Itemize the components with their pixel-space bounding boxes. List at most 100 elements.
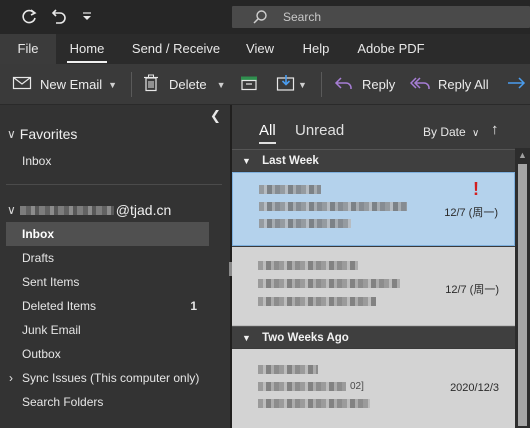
chevron-down-icon[interactable]: ▼ (217, 80, 226, 90)
tab-adobe-pdf[interactable]: Adobe PDF (356, 34, 426, 64)
move-button[interactable]: ▼ (276, 64, 307, 105)
trash-icon (143, 74, 159, 95)
account-header[interactable]: ∨ @tjad.cn (7, 202, 171, 218)
redacted-sender (259, 185, 321, 194)
title-bar: Search (0, 0, 530, 34)
chevron-right-icon[interactable]: › (9, 366, 13, 390)
favorites-header[interactable]: ∨ Favorites (7, 126, 77, 142)
favorites-item-inbox[interactable]: Inbox (6, 149, 209, 173)
redacted-sender (258, 261, 358, 270)
folder-label: Inbox (22, 227, 54, 241)
move-to-folder-icon (276, 74, 296, 95)
scrollbar-thumb[interactable] (518, 164, 527, 426)
folder-label: Sync Issues (This computer only) (22, 371, 200, 385)
reply-all-button[interactable]: Reply All (409, 64, 489, 105)
group-label: Two Weeks Ago (262, 332, 349, 344)
tab-home[interactable]: Home (67, 34, 107, 64)
folder-drafts[interactable]: Drafts (6, 246, 209, 270)
chevron-down-icon: ▼ (242, 333, 251, 343)
ribbon-separator (131, 72, 132, 97)
tab-view[interactable]: View (244, 34, 276, 64)
message-item[interactable]: 02] 2020/12/3 (232, 349, 515, 428)
undo-icon[interactable] (48, 7, 68, 27)
message-date: 2020/12/3 (450, 382, 499, 394)
folder-label: Outbox (22, 347, 61, 361)
account-domain: @tjad.cn (115, 202, 172, 218)
sort-direction-icon[interactable]: ↑ (491, 121, 499, 138)
redacted-preview (259, 219, 351, 228)
message-filter-bar: All Unread By Date ∨ ↑ (232, 105, 530, 147)
filter-all[interactable]: All (259, 122, 276, 144)
folder-label: Search Folders (22, 395, 104, 409)
new-email-button[interactable]: New Email ▼ (12, 64, 117, 105)
menu-bar: File Home Send / Receive View Help Adobe… (0, 34, 530, 64)
sync-icon[interactable] (19, 7, 39, 27)
message-list: All Unread By Date ∨ ↑ ▼ Last Week ! 12/… (232, 105, 530, 428)
scrollbar[interactable]: ▲ (515, 148, 530, 428)
reply-all-icon (409, 75, 432, 94)
redacted-subject (258, 382, 346, 391)
message-date: 12/7 (周一) (445, 284, 499, 296)
folder-label: Inbox (22, 154, 52, 168)
folder-label: Junk Email (22, 323, 81, 337)
archive-icon (240, 75, 258, 94)
message-item[interactable]: 12/7 (周一) (232, 247, 515, 326)
group-label: Last Week (262, 155, 319, 167)
importance-icon: ! (473, 179, 479, 199)
search-icon (252, 9, 268, 28)
folder-junk-email[interactable]: Junk Email (6, 318, 209, 342)
group-header-two-weeks-ago[interactable]: ▼ Two Weeks Ago (232, 326, 515, 348)
tab-help[interactable]: Help (300, 34, 332, 64)
folder-label: Deleted Items (22, 299, 97, 313)
chevron-down-icon: ∨ (472, 128, 480, 139)
chevron-down-icon[interactable]: ▼ (298, 80, 307, 90)
folder-label: Drafts (22, 251, 55, 265)
customize-quick-access-icon[interactable] (80, 7, 100, 27)
ribbon-separator (321, 72, 322, 97)
ribbon: New Email ▼ Delete ▼ ▼ Reply Reply All (0, 64, 530, 105)
reply-label: Reply (362, 77, 396, 92)
forward-arrow-icon (507, 75, 527, 94)
section-divider (6, 184, 222, 185)
group-header-last-week[interactable]: ▼ Last Week (232, 149, 515, 171)
folder-sent-items[interactable]: Sent Items (6, 270, 209, 294)
delete-label: Delete (169, 77, 207, 92)
redacted-account-name (19, 205, 114, 215)
chevron-down-icon: ∨ (7, 203, 16, 217)
sort-label: By Date (423, 125, 466, 139)
folder-sync-issues[interactable]: › Sync Issues (This computer only) (6, 366, 209, 390)
redacted-preview (258, 399, 370, 408)
reply-all-label: Reply All (438, 77, 489, 92)
envelope-icon (12, 75, 32, 94)
scroll-up-icon[interactable]: ▲ (518, 150, 527, 160)
delete-button[interactable]: Delete ▼ (143, 64, 226, 105)
search-placeholder: Search (283, 10, 322, 24)
new-email-label: New Email (40, 77, 103, 92)
chevron-down-icon: ∨ (7, 127, 16, 141)
chevron-down-icon[interactable]: ▼ (108, 80, 117, 90)
redacted-subject (259, 202, 407, 211)
unread-count: 1 (190, 299, 197, 313)
reply-button[interactable]: Reply (334, 64, 395, 105)
folder-pane: ❮ ∨ Favorites Inbox ∨ @tjad.cn Inbox Dra… (0, 105, 230, 428)
folder-label: Sent Items (22, 275, 80, 289)
folder-inbox[interactable]: Inbox (6, 222, 209, 246)
subject-fragment: 02] (350, 381, 364, 392)
forward-button[interactable] (507, 64, 527, 105)
search-box[interactable]: Search (232, 6, 530, 28)
folder-outbox[interactable]: Outbox (6, 342, 209, 366)
redacted-sender (258, 365, 318, 374)
filter-unread[interactable]: Unread (295, 122, 344, 139)
redacted-subject (258, 279, 400, 288)
folder-search-folders[interactable]: Search Folders (6, 390, 209, 414)
chevron-down-icon: ▼ (242, 156, 251, 166)
tab-file[interactable]: File (0, 34, 56, 64)
message-item[interactable]: ! 12/7 (周一) (232, 172, 515, 246)
archive-button[interactable] (240, 64, 258, 105)
collapse-pane-icon[interactable]: ❮ (210, 108, 221, 124)
tab-send-receive[interactable]: Send / Receive (131, 34, 221, 64)
message-date: 12/7 (周一) (444, 207, 498, 219)
sort-by-button[interactable]: By Date ∨ (423, 125, 479, 139)
folder-deleted-items[interactable]: Deleted Items 1 (6, 294, 209, 318)
favorites-label: Favorites (19, 126, 78, 142)
